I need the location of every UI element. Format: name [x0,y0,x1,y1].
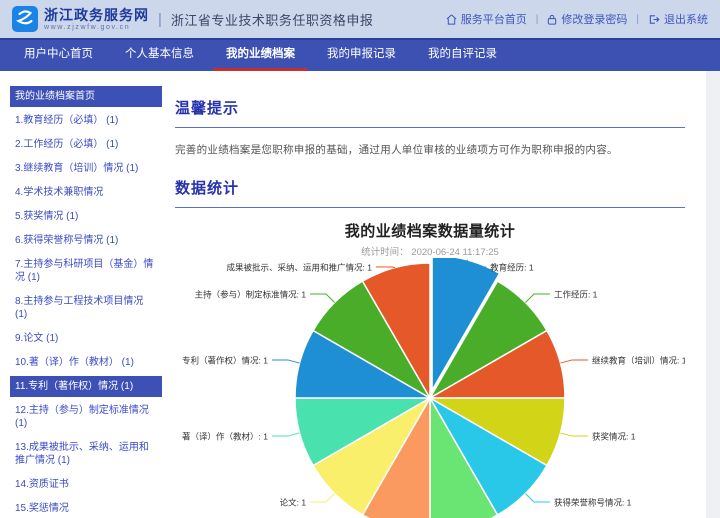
site-logo-text: 浙江政务服务网 www.zjzwfw.gov.cn [44,8,149,31]
sidebar-item[interactable]: 1.教育经历（必填） (1) [10,110,162,131]
pie-slice-label: 主持（参与）制定标准情况: 1 [195,290,307,300]
nav-tab-label: 我的自评记录 [428,48,497,60]
sidebar-item[interactable]: 5.获奖情况 (1) [10,206,162,227]
sidebar-item-label: 11.专利（著作权）情况 (1) [15,381,133,392]
site-logo-icon [12,6,38,32]
sidebar-menu: 我的业绩档案首页 1.教育经历（必填） (1) 2.工作经历（必填） (1) 3… [10,86,162,518]
pie-label-leader [272,360,300,363]
app-title: 浙江省专业技术职务任职资格申报 [171,10,374,29]
sidebar-item-label: 10.著（译）作（教材） (1) [15,357,134,368]
pie-slice-label: 获奖情况: 1 [592,432,636,442]
nav-tab[interactable]: 用户中心首页 [12,40,105,71]
header-links: 服务平台首页 | 修改登录密码 | 退出系统 [446,11,708,27]
sidebar-item-label: 7.主持参与科研项目（基金）情况 (1) [15,259,153,283]
sidebar-item[interactable]: 3.继续教育（培训）情况 (1) [10,158,162,179]
sidebar-item-label: 9.论文 (1) [15,333,58,344]
sidebar-item-label: 15.奖惩情况 [15,503,69,514]
nav-tab[interactable]: 个人基本信息 [113,40,206,71]
pie-slice-label: 专利（著作权）情况: 1 [182,355,268,365]
change-password-link[interactable]: 修改登录密码 [547,11,627,27]
tips-heading: 温馨提示 [175,97,685,118]
nav-tab-label: 我的申报记录 [327,48,396,60]
pie-label-leader [376,267,395,268]
stats-heading: 数据统计 [175,177,685,198]
sidebar-item[interactable]: 11.专利（著作权）情况 (1) [10,376,162,397]
pie-label-leader [560,433,588,436]
pie-label-leader [272,433,300,436]
sidebar-item[interactable]: 2.工作经历（必填） (1) [10,134,162,155]
pie-slice-label: 著（译）作（教材）: 1 [182,432,268,442]
nav-tab[interactable]: 我的申报记录 [315,40,408,71]
chart-title: 我的业绩档案数据量统计 [175,220,685,241]
sidebar-item-label: 2.工作经历（必填） (1) [15,139,118,150]
pie-slice-label: 教育经历: 1 [490,263,534,273]
sidebar-item-label: 3.继续教育（培训）情况 (1) [15,163,138,174]
pie-slice-label: 论文: 1 [280,497,307,507]
site-url: www.zjzwfw.gov.cn [44,24,149,31]
sidebar-item[interactable]: 10.著（译）作（教材） (1) [10,352,162,373]
link-separator: | [536,14,539,25]
main-nav: 用户中心首页 个人基本信息 我的业绩档案 我的申报记录 我的自评记录 [0,40,720,71]
sidebar-item-label: 14.资质证书 [15,479,69,490]
home-icon [446,14,457,25]
sidebar-item[interactable]: 我的业绩档案首页 [10,86,162,107]
logout-icon [648,14,660,25]
section-rule [175,127,685,128]
nav-tab-label: 用户中心首页 [24,48,93,60]
pie-label-leader [525,294,549,302]
chart-subtitle: 统计时间： 2020-06-24 11:17:25 [175,244,685,258]
nav-tab-label: 个人基本信息 [125,48,194,60]
sidebar-item[interactable]: 14.资质证书 [10,474,162,495]
sidebar-item[interactable]: 7.主持参与科研项目（基金）情况 (1) [10,254,162,288]
nav-tab[interactable]: 我的自评记录 [416,40,509,71]
sidebar-item-label: 5.获奖情况 (1) [15,211,78,222]
page-container: 我的业绩档案首页 1.教育经历（必填） (1) 2.工作经历（必填） (1) 3… [0,71,706,518]
sidebar-item-label: 1.教育经历（必填） (1) [15,115,118,126]
link-separator: | [636,14,639,25]
site-header: 浙江政务服务网 www.zjzwfw.gov.cn | 浙江省专业技术职务任职资… [0,0,720,40]
sidebar-item-label: 12.主持（参与）制定标准情况 (1) [15,405,149,429]
logout-link[interactable]: 退出系统 [648,11,708,27]
sidebar-item[interactable]: 4.学术技术兼职情况 [10,182,162,203]
sidebar-item-label: 8.主持参与工程技术项目情况 (1) [15,296,143,320]
content-area: 我的业绩档案首页 1.教育经历（必填） (1) 2.工作经历（必填） (1) 3… [0,71,720,518]
header-divider: | [158,11,162,28]
sidebar-item-label: 4.学术技术兼职情况 [15,187,103,198]
pie-slice-label: 继续教育（培训）情况: 1 [592,355,685,365]
pie-label-leader [310,493,334,501]
section-rule [175,207,685,208]
tips-text: 完善的业绩档案是您职称申报的基础，通过用人单位审核的业绩项方可作为职称申报的内容… [175,142,685,157]
sidebar-item[interactable]: 15.奖惩情况 [10,498,162,518]
nav-tab[interactable]: 我的业绩档案 [214,40,307,71]
sidebar-item[interactable]: 12.主持（参与）制定标准情况 (1) [10,400,162,434]
pie-label-leader [560,360,588,363]
sidebar-item-label: 6.获得荣誉称号情况 (1) [15,235,118,246]
pie-label-leader [525,493,549,501]
main-panel: 温馨提示 完善的业绩档案是您职称申报的基础，通过用人单位审核的业绩项方可作为职称… [162,71,707,518]
site-name: 浙江政务服务网 [44,8,149,22]
nav-tab-label: 我的业绩档案 [226,48,295,60]
lock-icon [547,14,557,25]
pie-slice-label: 成果被批示、采纳、运用和推广情况: 1 [227,263,373,273]
sidebar-item-label: 13.成果被批示、采纳、运用和推广情况 (1) [15,442,149,466]
sidebar-item[interactable]: 9.论文 (1) [10,328,162,349]
sidebar-item-label: 我的业绩档案首页 [15,91,95,102]
sidebar-item[interactable]: 13.成果被批示、采纳、运用和推广情况 (1) [10,437,162,471]
pie-slice-label: 获得荣誉称号情况: 1 [554,497,632,507]
performance-pie-chart: 教育经历: 1 工作经历: 1 继续教育（培训）情况: 1 获奖情况: 1 获得荣誉称号… [175,258,685,518]
platform-home-link[interactable]: 服务平台首页 [446,11,527,27]
sidebar-item[interactable]: 8.主持参与工程技术项目情况 (1) [10,291,162,325]
pie-label-leader [310,294,334,302]
pie-slice-label: 工作经历: 1 [554,290,598,300]
sidebar-item[interactable]: 6.获得荣誉称号情况 (1) [10,230,162,251]
